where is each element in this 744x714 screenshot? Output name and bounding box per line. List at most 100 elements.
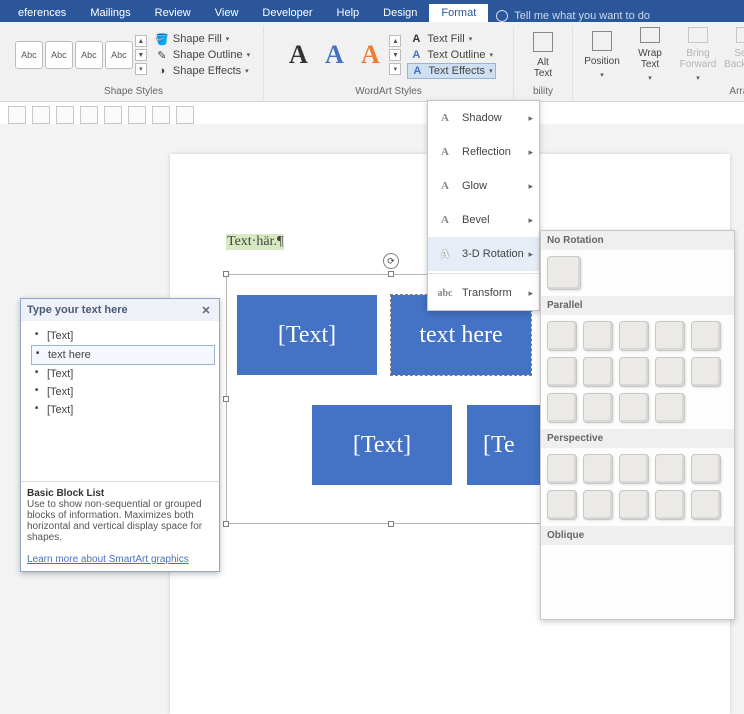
shape-style-thumb-1[interactable]: Abc — [15, 41, 43, 69]
rotation-option[interactable] — [583, 321, 613, 351]
text-pane-item[interactable]: [Text] — [31, 401, 215, 419]
smartart-text-pane: Type your text here ✕ [Text] text here [… — [20, 298, 220, 572]
rotation-option[interactable] — [619, 490, 649, 520]
rotation-option[interactable] — [547, 490, 577, 520]
tell-me-search[interactable]: Tell me what you want to do — [496, 10, 650, 22]
rotation-option[interactable] — [655, 357, 685, 387]
rotation-option[interactable] — [655, 454, 685, 484]
close-icon[interactable]: ✕ — [199, 303, 213, 317]
qat-btn-6[interactable] — [128, 106, 146, 124]
wordart-thumb-1[interactable]: A — [281, 35, 315, 75]
text-fill-icon: A — [409, 32, 423, 46]
rotation-option[interactable] — [691, 357, 721, 387]
te-reflection[interactable]: AReflection▸ — [428, 135, 539, 169]
bring-forward-icon — [688, 27, 708, 43]
qat-btn-8[interactable] — [176, 106, 194, 124]
tab-format[interactable]: Format — [429, 4, 488, 22]
tab-help[interactable]: Help — [325, 4, 372, 22]
rotation-option[interactable] — [583, 393, 613, 423]
rotation-option[interactable] — [583, 490, 613, 520]
rotation-option[interactable] — [547, 357, 577, 387]
rotation-option[interactable] — [619, 357, 649, 387]
rotation-header-perspective: Perspective — [541, 429, 734, 448]
qat-btn-3[interactable] — [56, 106, 74, 124]
rotation-option[interactable] — [547, 454, 577, 484]
reflection-icon: A — [436, 143, 454, 161]
qat-btn-4[interactable] — [80, 106, 98, 124]
group-label-wordart: WordArt Styles — [355, 84, 422, 101]
text-pane-item[interactable]: [Text] — [31, 327, 215, 345]
lightbulb-icon — [496, 10, 508, 22]
wordart-thumb-3[interactable]: A — [353, 35, 387, 75]
rotation-option-none[interactable] — [547, 256, 581, 290]
shape-style-gallery-more[interactable]: ▾ — [135, 63, 147, 75]
qat-btn-7[interactable] — [152, 106, 170, 124]
group-label-shape-styles: Shape Styles — [104, 84, 163, 101]
shape-outline-button[interactable]: ✎Shape Outline▾ — [153, 47, 252, 63]
rotation-option[interactable] — [547, 321, 577, 351]
smartart-block-3[interactable]: [Text] — [312, 405, 452, 485]
text-pane-list[interactable]: [Text] text here [Text] [Text] [Text] — [21, 321, 219, 481]
te-3d-rotation[interactable]: A3-D Rotation▸ — [428, 237, 539, 271]
shape-style-gallery-up[interactable]: ▲ — [135, 35, 147, 47]
rotation-option[interactable] — [547, 393, 577, 423]
tab-review[interactable]: Review — [143, 4, 203, 22]
tab-design[interactable]: Design — [371, 4, 429, 22]
shape-effects-button[interactable]: ◑Shape Effects▾ — [153, 63, 252, 79]
rotate-handle-icon[interactable]: ⟳ — [383, 253, 399, 269]
rotation-option[interactable] — [691, 321, 721, 351]
shape-fill-button[interactable]: 🪣Shape Fill▾ — [153, 31, 252, 47]
resize-handle[interactable] — [388, 521, 394, 527]
text-outline-button[interactable]: AText Outline▾ — [407, 47, 495, 63]
te-glow[interactable]: AGlow▸ — [428, 169, 539, 203]
alt-text-button[interactable]: Alt Text — [520, 27, 566, 83]
rotation-option[interactable] — [619, 393, 649, 423]
te-bevel[interactable]: ABevel▸ — [428, 203, 539, 237]
text-effects-button[interactable]: AText Effects▾ — [407, 63, 495, 79]
shape-style-thumb-2[interactable]: Abc — [45, 41, 73, 69]
smartart-block-1[interactable]: [Text] — [237, 295, 377, 375]
tab-view[interactable]: View — [203, 4, 251, 22]
rotation-option[interactable] — [583, 357, 613, 387]
resize-handle[interactable] — [223, 521, 229, 527]
te-shadow[interactable]: AShadow▸ — [428, 101, 539, 135]
shape-style-thumb-3[interactable]: Abc — [75, 41, 103, 69]
te-transform[interactable]: abcTransform▸ — [428, 276, 539, 310]
wordart-gallery-down[interactable]: ▼ — [389, 49, 401, 61]
wordart-gallery-up[interactable]: ▲ — [389, 35, 401, 47]
text-fill-button[interactable]: AText Fill▾ — [407, 31, 495, 47]
resize-handle[interactable] — [388, 271, 394, 277]
tab-references[interactable]: eferences — [6, 4, 78, 22]
qat-btn-2[interactable] — [32, 106, 50, 124]
shape-style-thumb-4[interactable]: Abc — [105, 41, 133, 69]
rotation-option[interactable] — [619, 454, 649, 484]
rotation-option[interactable] — [691, 454, 721, 484]
rotation-option[interactable] — [655, 393, 685, 423]
qat-btn-5[interactable] — [104, 106, 122, 124]
rotation-option[interactable] — [619, 321, 649, 351]
rotation-option[interactable] — [655, 490, 685, 520]
rotation-option[interactable] — [583, 454, 613, 484]
rotation-option[interactable] — [691, 490, 721, 520]
send-backward-button: Send Backward▾ — [723, 27, 744, 83]
ribbon: Abc Abc Abc Abc ▲ ▼ ▾ 🪣Shape Fill▾ ✎Shap… — [0, 22, 744, 102]
wordart-thumb-2[interactable]: A — [317, 35, 351, 75]
rotation-option[interactable] — [655, 321, 685, 351]
wrap-text-button[interactable]: Wrap Text▾ — [627, 27, 673, 83]
resize-handle[interactable] — [223, 396, 229, 402]
smartart-container[interactable]: ⟳ [Text] text here [Text] [Te — [226, 274, 556, 524]
resize-handle[interactable] — [223, 271, 229, 277]
qat-btn-1[interactable] — [8, 106, 26, 124]
tab-developer[interactable]: Developer — [250, 4, 324, 22]
tab-mailings[interactable]: Mailings — [78, 4, 142, 22]
text-pane-item-selected[interactable]: text here — [31, 345, 215, 365]
position-button[interactable]: Position▾ — [579, 27, 625, 83]
wordart-gallery-more[interactable]: ▾ — [389, 63, 401, 75]
glow-icon: A — [436, 177, 454, 195]
learn-more-link[interactable]: Learn more about SmartArt graphics — [27, 554, 189, 565]
shape-style-gallery-down[interactable]: ▼ — [135, 49, 147, 61]
effects-icon: ◑ — [155, 64, 169, 78]
text-pane-item[interactable]: [Text] — [31, 383, 215, 401]
text-pane-item[interactable]: [Text] — [31, 365, 215, 383]
document-text[interactable]: Text·här.¶ — [226, 234, 284, 250]
